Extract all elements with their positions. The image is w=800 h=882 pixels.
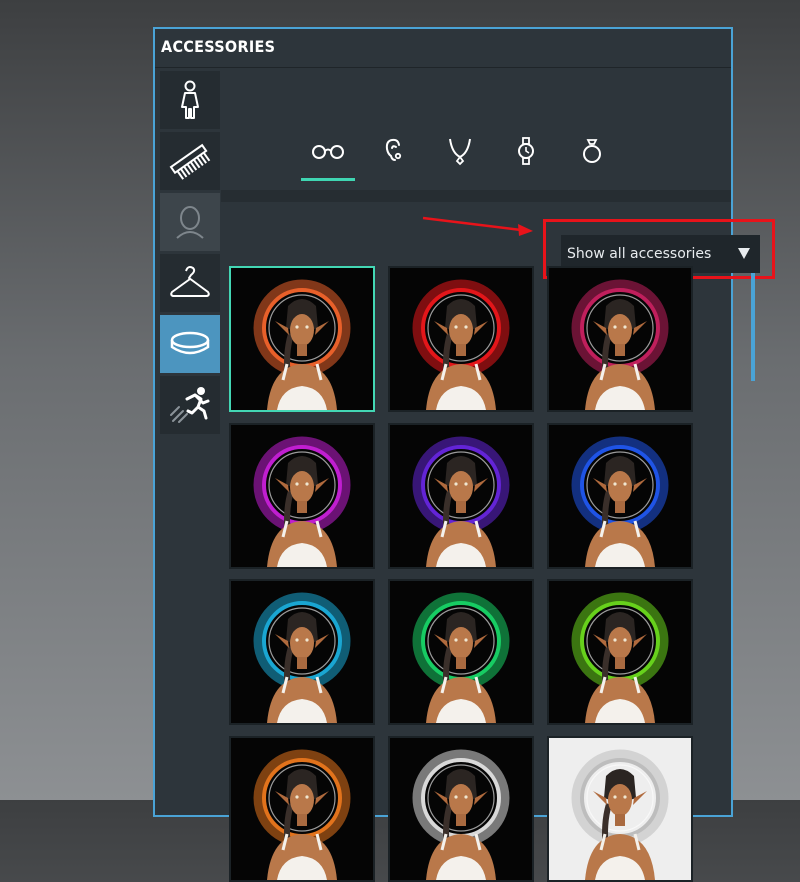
character-portrait xyxy=(253,592,351,723)
sidebar-item-clothing[interactable] xyxy=(160,254,220,312)
head-outline-icon xyxy=(176,206,204,239)
character-portrait xyxy=(253,436,351,567)
accessory-thumbnail[interactable] xyxy=(388,423,534,569)
accessory-thumbnail[interactable] xyxy=(229,579,375,725)
character-portrait xyxy=(571,749,669,880)
sidebar-item-body[interactable] xyxy=(160,71,220,129)
character-portrait xyxy=(253,279,351,410)
accessory-thumbnail[interactable] xyxy=(547,266,693,412)
accessory-thumbnail[interactable] xyxy=(547,423,693,569)
tab-rings[interactable] xyxy=(565,131,619,171)
accessories-panel: ACCESSORIES Show all accessories xyxy=(153,27,775,882)
comb-icon xyxy=(169,143,211,180)
title-divider xyxy=(155,67,731,68)
character-portrait xyxy=(412,436,510,567)
sidebar-item-accessories[interactable] xyxy=(160,315,220,373)
hanger-icon xyxy=(170,266,210,297)
accessory-thumbnail[interactable] xyxy=(547,736,693,882)
watch-icon xyxy=(518,137,534,165)
necklace-icon xyxy=(449,138,471,166)
tab-watches[interactable] xyxy=(499,131,553,171)
tab-earrings[interactable] xyxy=(367,131,421,171)
category-sidebar xyxy=(160,71,220,437)
chevron-down-icon xyxy=(738,248,750,259)
accessory-thumbnail[interactable] xyxy=(229,736,375,882)
character-portrait xyxy=(571,436,669,567)
ring-icon xyxy=(170,331,210,355)
accessory-thumbnail[interactable] xyxy=(547,579,693,725)
accessory-thumbnail[interactable] xyxy=(229,266,375,412)
tab-glasses[interactable] xyxy=(301,131,355,181)
accessory-thumbnail[interactable] xyxy=(388,736,534,882)
accessory-thumbnail[interactable] xyxy=(388,266,534,412)
ear-icon xyxy=(385,138,402,161)
sidebar-item-head[interactable] xyxy=(160,193,220,251)
accessories-content: Show all accessories xyxy=(221,69,775,882)
running-person-icon xyxy=(170,387,210,423)
grid-scrollbar[interactable] xyxy=(751,273,755,381)
accessory-thumbnail[interactable] xyxy=(229,423,375,569)
character-portrait xyxy=(412,749,510,880)
character-portrait xyxy=(571,279,669,410)
annotation-arrow xyxy=(422,216,533,236)
glasses-icon xyxy=(312,145,344,159)
panel-title: ACCESSORIES xyxy=(161,37,276,56)
sidebar-item-animation[interactable] xyxy=(160,376,220,434)
dropdown-value: Show all accessories xyxy=(567,246,712,262)
tab-necklaces[interactable] xyxy=(433,131,487,171)
character-portrait xyxy=(253,749,351,880)
character-portrait xyxy=(412,592,510,723)
sidebar-item-hair[interactable] xyxy=(160,132,220,190)
person-icon xyxy=(181,80,199,119)
character-portrait xyxy=(571,592,669,723)
accessory-thumbnail[interactable] xyxy=(388,579,534,725)
tab-divider xyxy=(221,190,731,202)
ring-icon xyxy=(583,139,601,163)
character-portrait xyxy=(412,279,510,410)
